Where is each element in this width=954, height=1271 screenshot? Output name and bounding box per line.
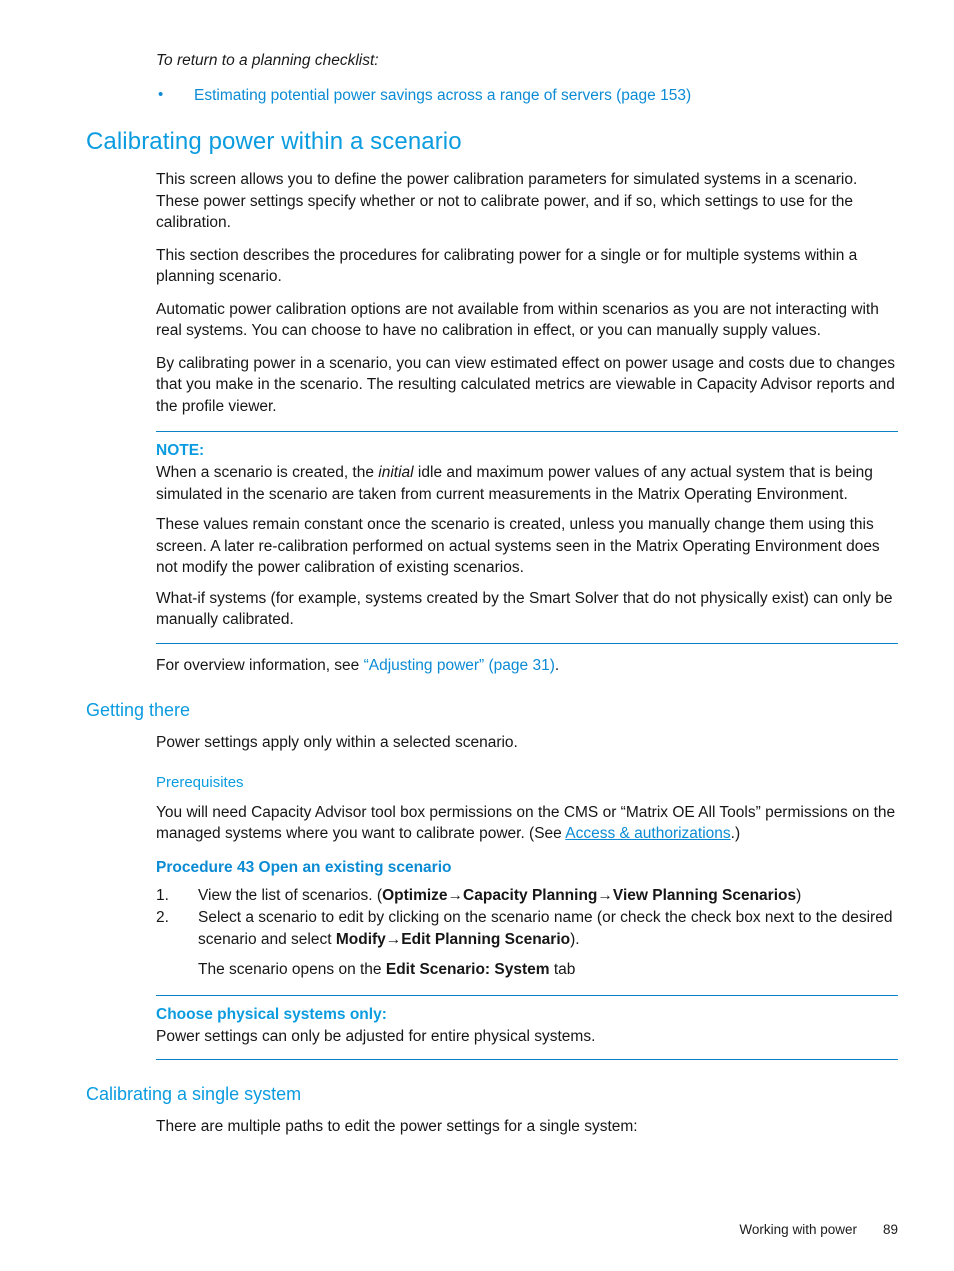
choose-systems-paragraph: Power settings can only be adjusted for … [156,1027,596,1045]
overview-reference: For overview information, see “Adjusting… [156,644,898,677]
note-paragraph-1: When a scenario is created, the initial … [156,461,898,505]
footer-section-title: Working with power [739,1222,857,1237]
step-2-bold-2: Edit Planning Scenario [401,930,571,948]
getting-there-paragraph: Power settings apply only within a selec… [156,734,518,751]
followup-before: The scenario opens on the [198,961,386,978]
overview-ref-before: For overview information, see [156,656,364,674]
page-title: Calibrating power within a scenario [86,128,462,155]
chapter-paragraph-2: This section describes the procedures fo… [156,246,858,286]
chapter-paragraph-1: This screen allows you to define the pow… [156,171,858,231]
note-paragraph-2: These values remain constant once the sc… [156,516,880,576]
list-item: Estimating potential power savings acros… [156,84,898,106]
followup-bold: Edit Scenario: System [385,961,550,978]
note-paragraph-3: What-if systems (for example, systems cr… [156,589,893,629]
chapter-paragraph-4: By calibrating power in a scenario, you … [156,354,895,415]
step-1-text-before: View the list of scenarios. ( [198,886,383,904]
step-2-bold-1: Modify [335,930,386,948]
step-1-bold-2: Capacity Planning [463,886,598,904]
document-page: To return to a planning checklist: Estim… [0,0,954,1271]
checklist-bullet-list: Estimating potential power savings acros… [156,84,898,106]
step-1-text-after: ) [796,886,802,904]
arrow-icon: → [447,886,464,904]
arrow-icon: → [597,886,613,904]
note-p1-italic: initial [378,464,414,481]
cross-reference-link-adjusting-power[interactable]: “Adjusting power” (page 31) [364,657,555,674]
footer-page-number: 89 [882,1222,898,1237]
cross-reference-link-power-savings[interactable]: Estimating potential power savings acros… [194,87,691,104]
procedure-step-list: 1. View the list of scenarios. (Optimize→… [156,877,898,951]
note-admonition: NOTE: When a scenario is created, the in… [156,431,898,644]
followup-after: tab [549,961,576,978]
single-system-paragraph: There are multiple paths to edit the pow… [156,1118,638,1135]
prerequisites-paragraph: You will need Capacity Advisor tool box … [156,791,898,845]
step-1-bold-3: View Planning Scenarios [612,886,797,904]
prereq-text-after: .) [730,825,741,842]
step-2-text-after: ). [570,930,580,948]
step-number-1: 1. [156,886,169,904]
procedure-followup: The scenario opens on the Edit Scenario:… [198,951,898,981]
step-1-bold-1: Optimize [382,886,448,904]
section-heading-calibrating-single-system: Calibrating a single system [86,1084,302,1104]
arrow-icon: → [385,930,402,948]
page-content: To return to a planning checklist: Estim… [86,0,898,1138]
page-footer: Working with power 89 [86,1222,898,1237]
checklist-lead-in: To return to a planning checklist: [156,52,379,69]
link-access-and-authorizations[interactable]: Access & authorizations [565,825,730,842]
list-item: 2. Select a scenario to edit by clicking … [156,907,898,950]
note-label: NOTE: [156,442,205,459]
list-item: 1. View the list of scenarios. (Optimize→… [156,885,898,907]
chapter-paragraph-3: Automatic power calibration options are … [156,300,879,340]
prereq-text-before: You will need Capacity Advisor tool box … [156,803,896,843]
procedure-heading: Procedure 43 Open an existing scenario [156,858,452,876]
choose-systems-admonition: Choose physical systems only: Power sett… [156,994,898,1060]
section-heading-getting-there: Getting there [86,700,191,720]
overview-ref-after: . [554,656,560,674]
sub-heading-prerequisites: Prerequisites [156,773,244,791]
step-number-2: 2. [156,909,169,926]
note-p1-before: When a scenario is created, the [156,464,379,481]
choose-systems-label: Choose physical systems only: [156,1005,387,1023]
